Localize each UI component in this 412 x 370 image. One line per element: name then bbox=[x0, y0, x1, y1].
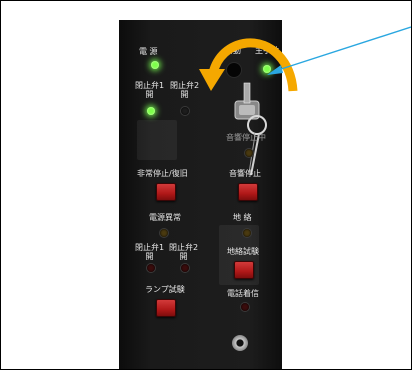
label-ground-fault: 地 絡 bbox=[233, 213, 252, 222]
label-power: 電 源 bbox=[139, 47, 158, 56]
valve1-open-lamp-b bbox=[147, 264, 155, 272]
valve2-open-lamp bbox=[181, 107, 189, 115]
emergency-stop-button[interactable] bbox=[156, 183, 176, 201]
label-lamp-test: ランプ試験 bbox=[145, 285, 185, 294]
photo-frame: 電 源 閉止弁1 開 閉止弁2 開 自動 主手動 音響停止中 非常停止/復旧 音… bbox=[0, 0, 412, 370]
phone-jack-icon bbox=[232, 335, 248, 351]
label-phone-call: 電話着信 bbox=[227, 289, 259, 298]
label-power-fault: 電源異常 bbox=[149, 213, 181, 222]
label-sounding: 音響停止中 bbox=[226, 133, 266, 142]
sounding-lamp bbox=[245, 149, 253, 157]
label-valve1-open-b: 閉止弁1 開 bbox=[135, 243, 165, 261]
label-emergency-stop: 非常停止/復旧 bbox=[137, 169, 188, 178]
power-fault-lamp bbox=[160, 229, 168, 237]
label-ground-test: 地絡試験 bbox=[227, 247, 259, 256]
pointer-line-icon bbox=[267, 26, 411, 75]
ground-test-button[interactable] bbox=[234, 261, 254, 279]
valve2-open-lamp-b bbox=[181, 264, 189, 272]
valve1-open-lamp bbox=[147, 107, 155, 115]
power-lamp bbox=[151, 61, 159, 69]
label-sound-stop: 音響停止 bbox=[229, 169, 261, 178]
label-valve2-open-b: 閉止弁2 開 bbox=[169, 243, 199, 261]
ground-fault-lamp bbox=[243, 229, 251, 237]
phone-call-lamp bbox=[241, 303, 249, 311]
lamp-test-button[interactable] bbox=[156, 299, 176, 317]
sound-stop-button[interactable] bbox=[238, 183, 258, 201]
label-valve1-open: 閉止弁1 開 bbox=[135, 81, 165, 99]
